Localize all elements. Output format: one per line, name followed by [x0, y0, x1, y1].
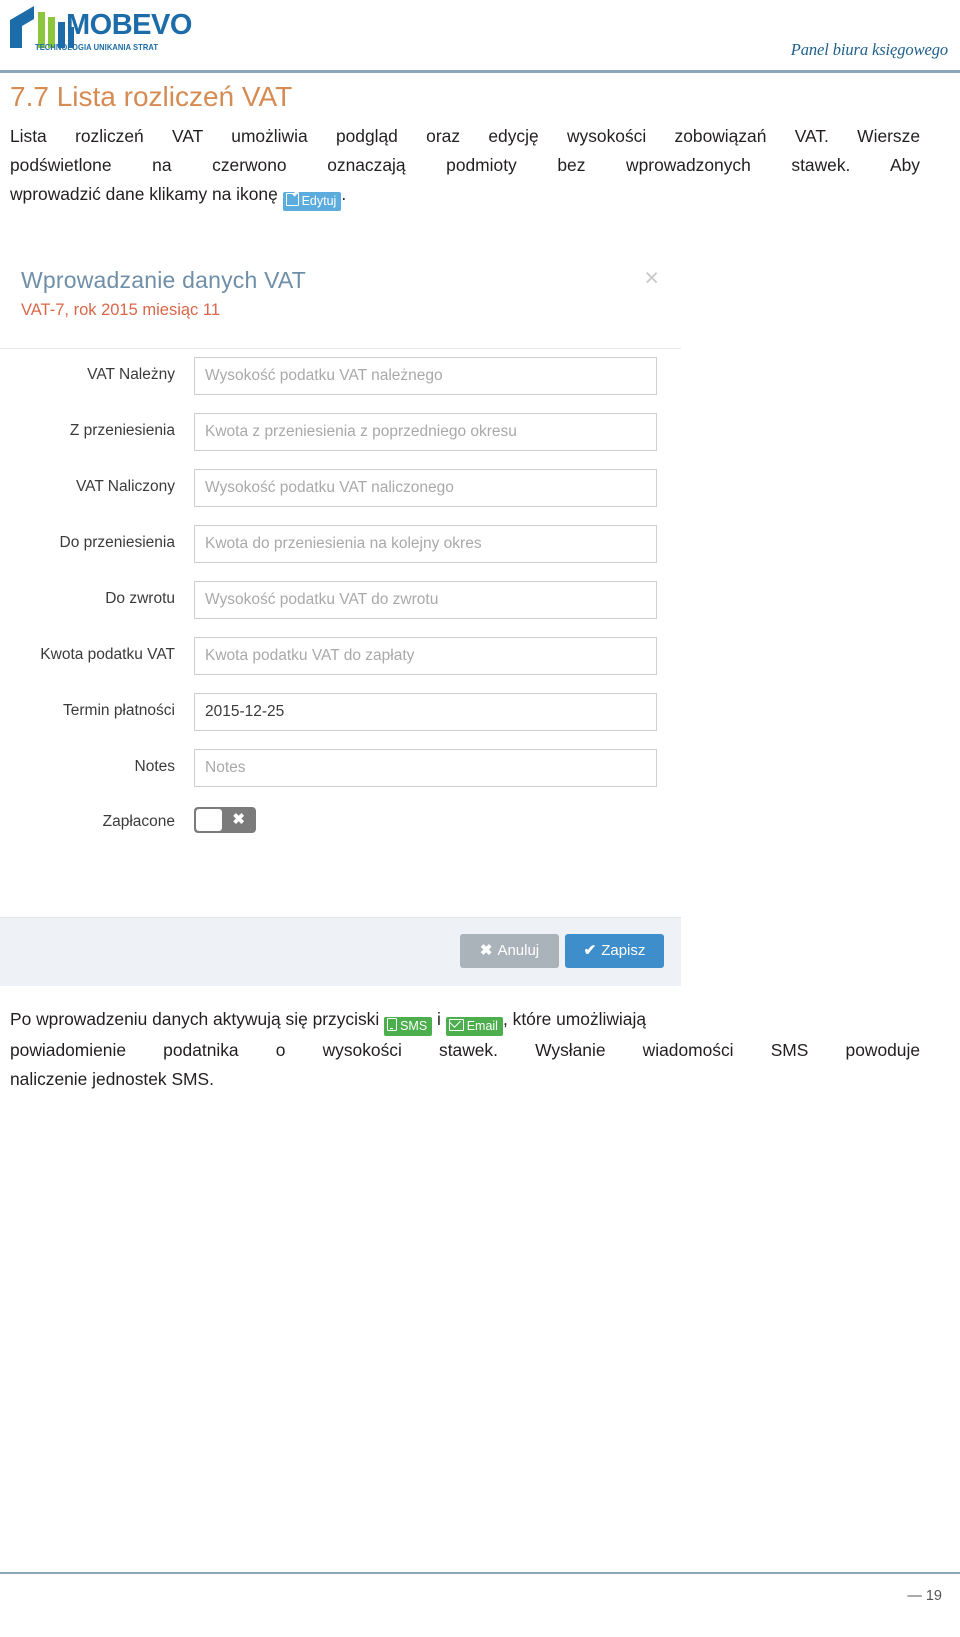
modal-form: VAT Należny Wysokość podatku VAT należne… — [0, 349, 681, 906]
label-do-zwrotu: Do zwrotu — [105, 590, 175, 607]
cancel-button[interactable]: ✖ Anuluj — [460, 934, 559, 968]
email-button-label: Email — [466, 1019, 498, 1033]
form-row-kwota-podatku-vat: Kwota podatku VAT Kwota podatku VAT do z… — [0, 637, 681, 675]
input-vat-naliczony[interactable]: Wysokość podatku VAT naliczonego — [194, 469, 657, 507]
modal-subtitle: VAT-7, rok 2015 miesiąc 11 — [21, 301, 221, 319]
outro-line-1-after: , które umożliwiają — [502, 1009, 647, 1029]
logo-wordmark: MOBEVO — [66, 9, 192, 41]
outro-line-1-before: Po wprowadzeniu danych aktywują się przy… — [10, 1009, 385, 1029]
zaplacone-toggle[interactable]: ✖ — [194, 807, 256, 833]
label-z-przeniesienia: Z przeniesienia — [69, 422, 175, 439]
outro-line-1-mid: i — [432, 1009, 446, 1029]
save-button-label: Zapisz — [601, 942, 646, 959]
input-notes[interactable]: Notes — [194, 749, 657, 787]
label-zaplacone: Zapłacone — [102, 813, 175, 830]
form-row-vat-naliczony: VAT Naliczony Wysokość podatku VAT nalic… — [0, 469, 681, 507]
form-row-do-zwrotu: Do zwrotu Wysokość podatku VAT do zwrotu — [0, 581, 681, 619]
page-title: 7.7 Lista rozliczeń VAT — [10, 81, 293, 112]
intro-line-3: wprowadzić dane klikamy na ikonę Edytuj. — [10, 180, 920, 211]
close-icon[interactable]: × — [644, 266, 659, 291]
sms-icon — [387, 1018, 398, 1031]
edytuj-button-label: Edytuj — [301, 194, 337, 208]
modal-header: Wprowadzanie danych VAT VAT-7, rok 2015 … — [0, 245, 681, 349]
sms-button-label: SMS — [400, 1019, 428, 1033]
sms-button[interactable]: SMS — [384, 1017, 433, 1036]
input-do-przeniesienia[interactable]: Kwota do przeniesienia na kolejny okres — [194, 525, 657, 563]
intro-line-1: Lista rozliczeń VAT umożliwia podgląd or… — [10, 126, 920, 146]
page-number: — 19 — [907, 1588, 942, 1604]
outro-line-3: naliczenie jednostek SMS. — [10, 1069, 214, 1089]
input-termin-platnosci[interactable]: 2015-12-25 — [194, 693, 657, 731]
form-row-vat-nalezny: VAT Należny Wysokość podatku VAT należne… — [0, 357, 681, 395]
form-row-notes: Notes Notes — [0, 749, 681, 787]
logo-tagline: TECHNOLOGIA UNIKANIA STRAT — [35, 43, 159, 52]
email-button[interactable]: Email — [445, 1017, 503, 1036]
logo: MOBEVO TECHNOLOGIA UNIKANIA STRAT — [8, 4, 238, 62]
outro-paragraph: Po wprowadzeniu danych aktywują się przy… — [10, 1005, 920, 1094]
footer-divider — [0, 1572, 960, 1574]
email-icon — [448, 1019, 464, 1031]
form-row-zaplacone: Zapłacone ✖ — [0, 807, 681, 837]
intro-line-3-suffix: . — [341, 184, 347, 204]
label-kwota-podatku-vat: Kwota podatku VAT — [40, 646, 175, 663]
label-vat-naliczony: VAT Naliczony — [75, 478, 175, 495]
label-vat-nalezny: VAT Należny — [87, 366, 175, 383]
edytuj-button[interactable]: Edytuj — [282, 192, 342, 211]
input-vat-nalezny[interactable]: Wysokość podatku VAT należnego — [194, 357, 657, 395]
header-divider — [0, 70, 960, 73]
intro-paragraph: Lista rozliczeń VAT umożliwia podgląd or… — [10, 122, 920, 211]
outro-line-1: Po wprowadzeniu danych aktywują się przy… — [10, 1005, 920, 1036]
form-row-z-przeniesienia: Z przeniesienia Kwota z przeniesienia z … — [0, 413, 681, 451]
header-panel-title: Panel biura księgowego — [790, 40, 948, 59]
label-notes: Notes — [134, 758, 176, 775]
cancel-button-label: Anuluj — [497, 942, 540, 959]
modal-title: Wprowadzanie danych VAT — [21, 267, 306, 293]
cancel-x-icon: ✖ — [479, 942, 493, 959]
input-kwota-podatku-vat[interactable]: Kwota podatku VAT do zapłaty — [194, 637, 657, 675]
save-button[interactable]: ✔ Zapisz — [565, 934, 664, 968]
toggle-knob — [196, 809, 222, 831]
modal-footer: ✖ Anuluj ✔ Zapisz — [0, 917, 681, 986]
close-x-icon: ✖ — [232, 811, 245, 828]
edit-icon — [285, 193, 299, 206]
page-header: MOBEVO TECHNOLOGIA UNIKANIA STRAT Panel … — [0, 0, 960, 73]
input-do-zwrotu[interactable]: Wysokość podatku VAT do zwrotu — [194, 581, 657, 619]
label-termin-platnosci: Termin płatności — [63, 702, 175, 719]
outro-line-2: powiadomienie podatnika o wysokości staw… — [10, 1040, 920, 1060]
intro-line-2: podświetlone na czerwono oznaczają podmi… — [10, 155, 920, 175]
check-icon: ✔ — [583, 942, 597, 959]
label-do-przeniesienia: Do przeniesienia — [59, 534, 175, 551]
form-row-termin-platnosci: Termin płatności 2015-12-25 — [0, 693, 681, 731]
input-z-przeniesienia[interactable]: Kwota z przeniesienia z poprzedniego okr… — [194, 413, 657, 451]
form-row-do-przeniesienia: Do przeniesienia Kwota do przeniesienia … — [0, 525, 681, 563]
intro-line-3-text: wprowadzić dane klikamy na ikonę — [10, 184, 283, 204]
vat-entry-modal-screenshot: Wprowadzanie danych VAT VAT-7, rok 2015 … — [0, 245, 681, 986]
